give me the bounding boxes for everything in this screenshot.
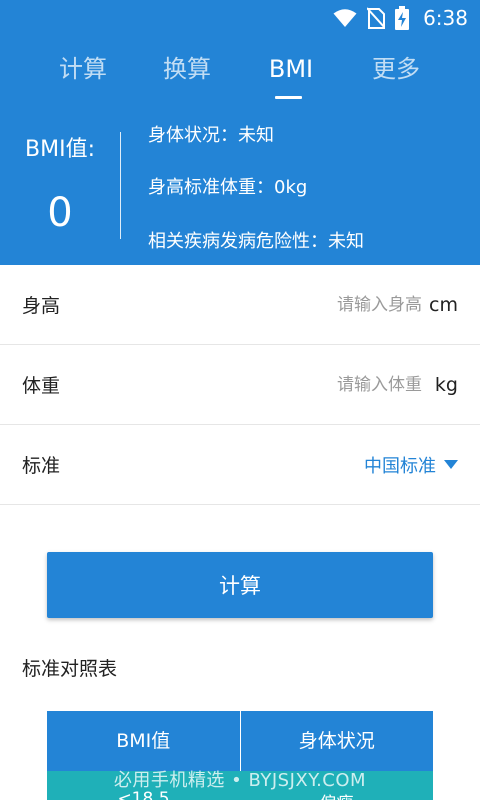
weight-row: 体重 kg bbox=[0, 345, 480, 425]
result-divider bbox=[120, 132, 121, 239]
bmi-value: 0 bbox=[47, 190, 73, 236]
reference-table-title: 标准对照表 bbox=[22, 658, 118, 680]
reference-table: BMI值 身体状况 <18.5 偏瘦 bbox=[47, 711, 433, 800]
header-body-status: 身体状况 bbox=[298, 730, 375, 752]
header-bmi-value: BMI值 bbox=[47, 711, 241, 771]
status-bar: 6:38 bbox=[0, 0, 480, 36]
dropdown-arrow-icon bbox=[444, 454, 458, 475]
disease-risk-text: 相关疾病发病危险性：未知 bbox=[148, 231, 364, 252]
standard-value: 中国标准 bbox=[364, 455, 436, 477]
standard-label: 标准 bbox=[22, 455, 61, 477]
weight-unit: kg bbox=[434, 373, 458, 396]
bmi-result: BMI值: 0 bbox=[0, 128, 120, 238]
height-row: 身高 cm bbox=[0, 265, 480, 345]
weight-label: 体重 bbox=[22, 375, 61, 397]
height-input[interactable] bbox=[220, 283, 424, 326]
standard-weight-text: 身高标准体重：0kg bbox=[148, 177, 308, 198]
clock: 6:38 bbox=[423, 6, 468, 30]
reference-table-header: BMI值 身体状况 bbox=[47, 711, 433, 771]
table-cell-status: 偏瘦 bbox=[240, 771, 433, 800]
standard-select[interactable]: 中国标准 bbox=[364, 452, 458, 478]
tab-bmi[interactable]: BMI bbox=[246, 50, 336, 94]
weight-input[interactable] bbox=[220, 363, 424, 406]
table-cell-bmi: <18.5 bbox=[117, 789, 170, 800]
battery-charging-icon bbox=[395, 6, 410, 30]
table-row: <18.5 偏瘦 bbox=[47, 771, 433, 800]
tab-calculate[interactable]: 计算 bbox=[38, 50, 128, 94]
bmi-label: BMI值: bbox=[25, 137, 95, 162]
tab-more[interactable]: 更多 bbox=[351, 50, 441, 94]
header: 6:38 计算 换算 BMI 更多 BMI值: 0 身体状况：未知 身高标准体重… bbox=[0, 0, 480, 265]
calculate-button[interactable]: 计算 bbox=[47, 552, 433, 618]
active-tab-indicator bbox=[275, 96, 302, 99]
body-status-text: 身体状况：未知 bbox=[148, 125, 274, 146]
height-unit: cm bbox=[429, 293, 458, 316]
height-label: 身高 bbox=[22, 295, 61, 317]
no-sim-icon bbox=[367, 7, 386, 29]
tab-bar: 计算 换算 BMI 更多 bbox=[0, 50, 480, 100]
tab-convert[interactable]: 换算 bbox=[142, 50, 232, 94]
wifi-icon bbox=[333, 8, 357, 28]
standard-row: 标准 中国标准 bbox=[0, 425, 480, 505]
